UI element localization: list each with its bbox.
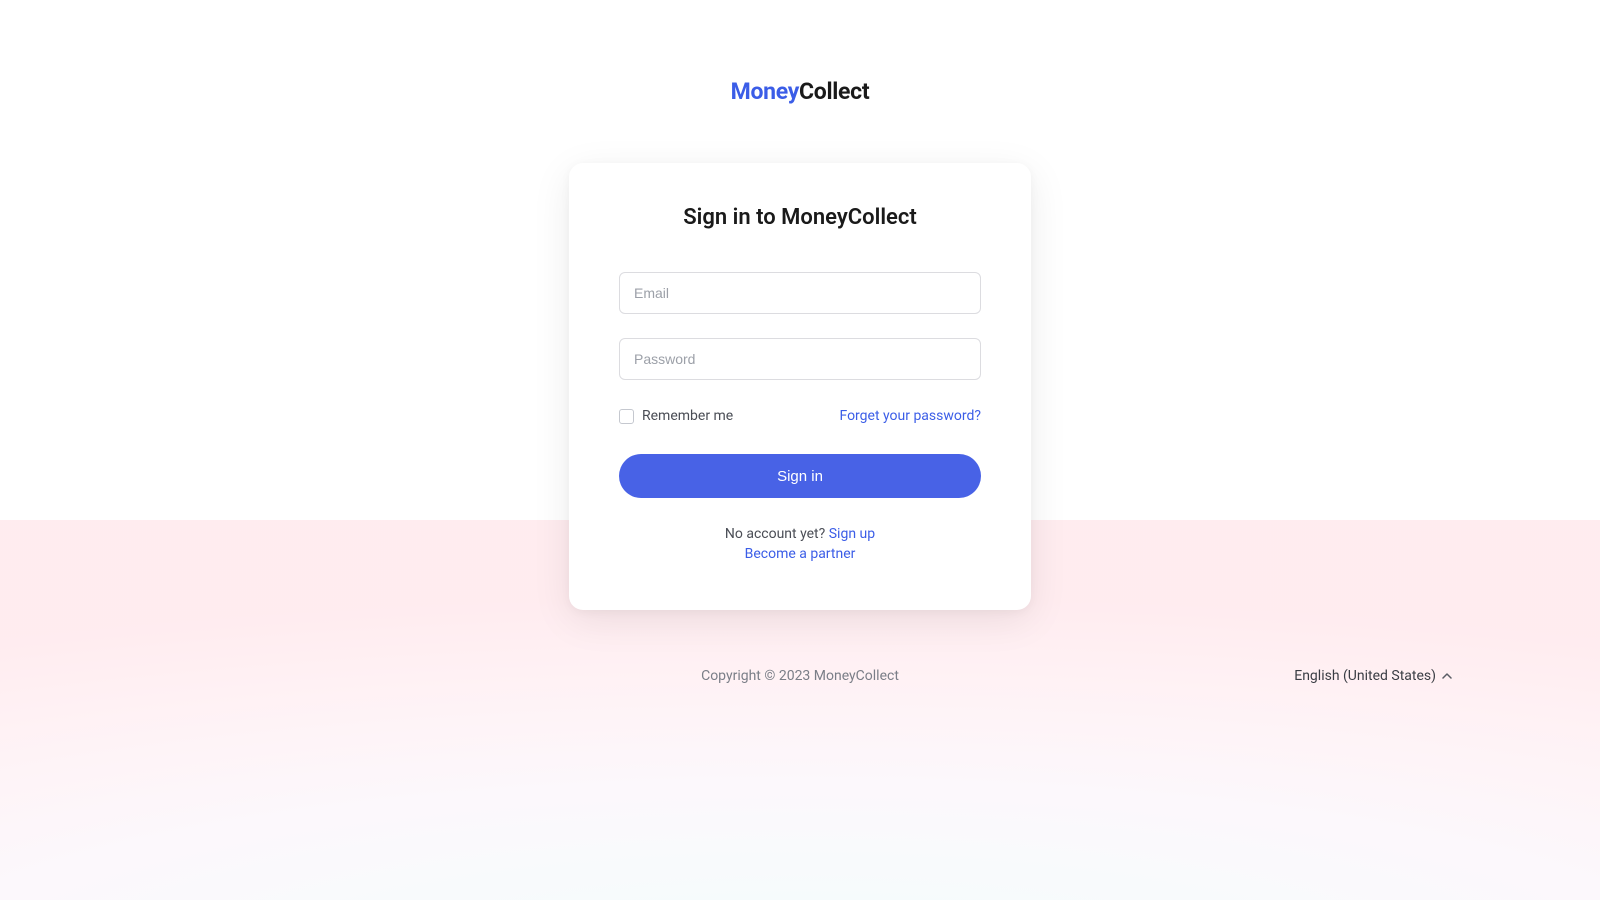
remember-group: Remember me xyxy=(619,408,733,424)
brand-logo: MoneyCollect xyxy=(731,78,870,105)
signin-button[interactable]: Sign in xyxy=(619,454,981,498)
become-partner-link[interactable]: Become a partner xyxy=(745,546,856,562)
remember-label: Remember me xyxy=(642,408,733,424)
signup-row: No account yet? Sign up xyxy=(619,526,981,542)
card-title: Sign in to MoneyCollect xyxy=(619,205,981,230)
remember-forgot-row: Remember me Forget your password? xyxy=(619,408,981,424)
partner-row: Become a partner xyxy=(619,546,981,562)
remember-checkbox[interactable] xyxy=(619,409,634,424)
copyright-text: Copyright © 2023 MoneyCollect xyxy=(701,668,899,684)
page-container: MoneyCollect Sign in to MoneyCollect Rem… xyxy=(0,0,1600,684)
chevron-up-icon xyxy=(1442,671,1452,681)
forgot-password-link[interactable]: Forget your password? xyxy=(839,408,981,424)
password-field[interactable] xyxy=(619,338,981,380)
footer-row: Copyright © 2023 MoneyCollect English (U… xyxy=(0,668,1600,684)
language-selector[interactable]: English (United States) xyxy=(1294,668,1452,684)
no-account-text: No account yet? xyxy=(725,526,829,542)
language-label: English (United States) xyxy=(1294,668,1436,684)
email-field[interactable] xyxy=(619,272,981,314)
signup-link[interactable]: Sign up xyxy=(829,526,875,542)
signin-card: Sign in to MoneyCollect Remember me Forg… xyxy=(569,163,1031,610)
logo-part-collect: Collect xyxy=(799,78,869,105)
logo-part-money: Money xyxy=(731,78,799,105)
